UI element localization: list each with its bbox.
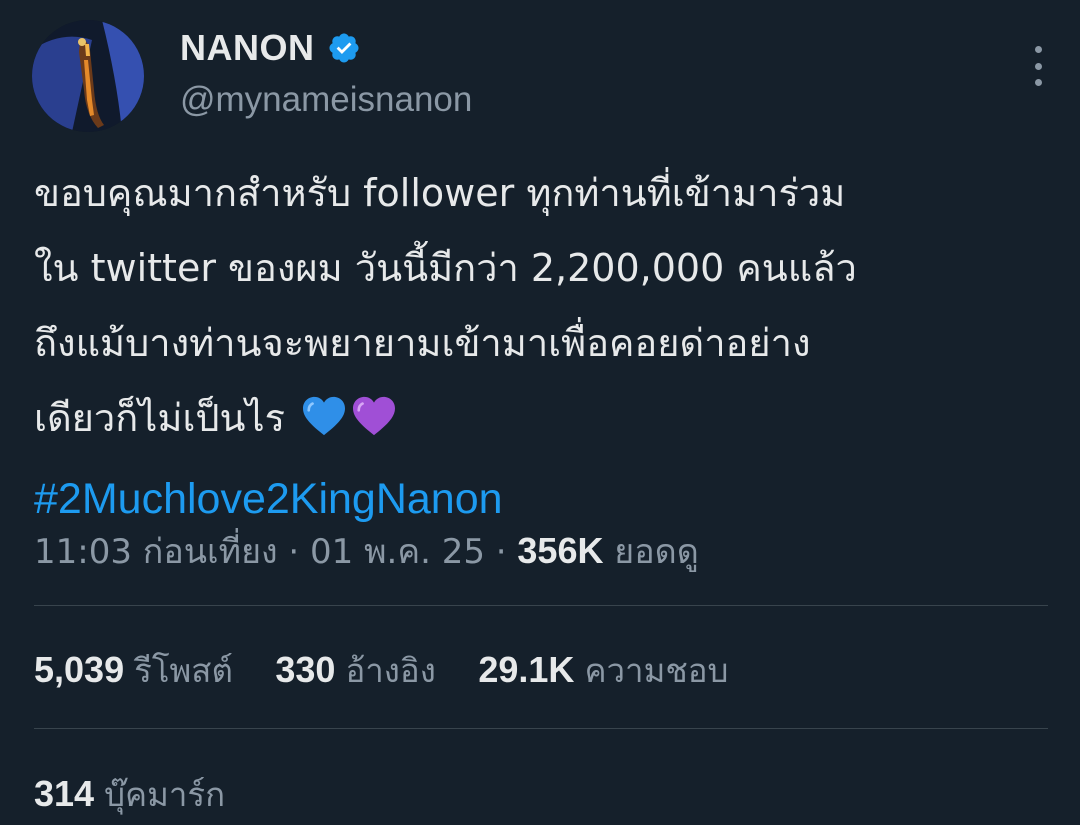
divider <box>34 728 1048 729</box>
tweet-date[interactable]: 01 พ.ค. 25 <box>310 532 485 572</box>
tweet-line-4: เดียวก็ไม่เป็นไร <box>34 396 286 440</box>
more-options-icon[interactable] <box>1028 46 1048 86</box>
retweets-count: 5,039 <box>34 649 125 690</box>
divider <box>34 605 1048 606</box>
avatar-image <box>32 20 144 132</box>
bookmark-stats: 314 บุ๊คมาร์ก <box>34 768 257 821</box>
tweet-line-3: ถึงแม้บางท่านจะพยายามเข้ามาเพื่อคอยด่าอย… <box>34 321 811 365</box>
meta-separator: · <box>495 532 518 572</box>
retweets-label: รีโพสต์ <box>134 651 233 690</box>
tweet-meta: 11:03 ก่อนเที่ยง · 01 พ.ค. 25 · 356K ยอด… <box>34 524 699 578</box>
purple-heart-icon <box>351 387 397 462</box>
quotes-count: 330 <box>275 649 336 690</box>
likes-stat[interactable]: 29.1K ความชอบ <box>478 644 728 697</box>
blue-heart-icon <box>301 387 347 462</box>
engagement-stats: 5,039 รีโพสต์ 330 อ้างอิง 29.1K ความชอบ <box>34 644 761 697</box>
tweet-card: NANON @mynameisnanon ขอบคุณมากสำหรับ fol… <box>0 0 1080 825</box>
tweet-time[interactable]: 11:03 ก่อนเที่ยง <box>34 532 278 572</box>
retweets-stat[interactable]: 5,039 รีโพสต์ <box>34 644 233 697</box>
display-name-row: NANON <box>180 24 472 72</box>
avatar[interactable] <box>32 20 144 132</box>
tweet-line-4-row: เดียวก็ไม่เป็นไร <box>34 381 1044 462</box>
views-label: ยอดดู <box>614 532 699 572</box>
tweet-text: ขอบคุณมากสำหรับ follower ทุกท่านที่เข้าม… <box>34 156 1044 537</box>
author-names: NANON @mynameisnanon <box>180 24 472 120</box>
tweet-line-2: ใน twitter ของผม วันนี้มีกว่า 2,200,000 … <box>34 246 857 290</box>
verified-badge-icon[interactable] <box>327 31 361 65</box>
bookmarks-stat[interactable]: 314 บุ๊คมาร์ก <box>34 768 225 821</box>
likes-count: 29.1K <box>478 649 575 690</box>
handle[interactable]: @mynameisnanon <box>180 80 472 120</box>
likes-label: ความชอบ <box>584 651 729 690</box>
bookmarks-label: บุ๊คมาร์ก <box>104 775 226 814</box>
bookmarks-count: 314 <box>34 773 95 814</box>
quotes-label: อ้างอิง <box>345 651 436 690</box>
display-name[interactable]: NANON <box>180 27 315 69</box>
tweet-header: NANON @mynameisnanon <box>32 20 1048 132</box>
views-count: 356K <box>517 530 604 571</box>
tweet-line-1: ขอบคุณมากสำหรับ follower ทุกท่านที่เข้าม… <box>34 171 846 215</box>
meta-separator: · <box>288 532 311 572</box>
quotes-stat[interactable]: 330 อ้างอิง <box>275 644 435 697</box>
